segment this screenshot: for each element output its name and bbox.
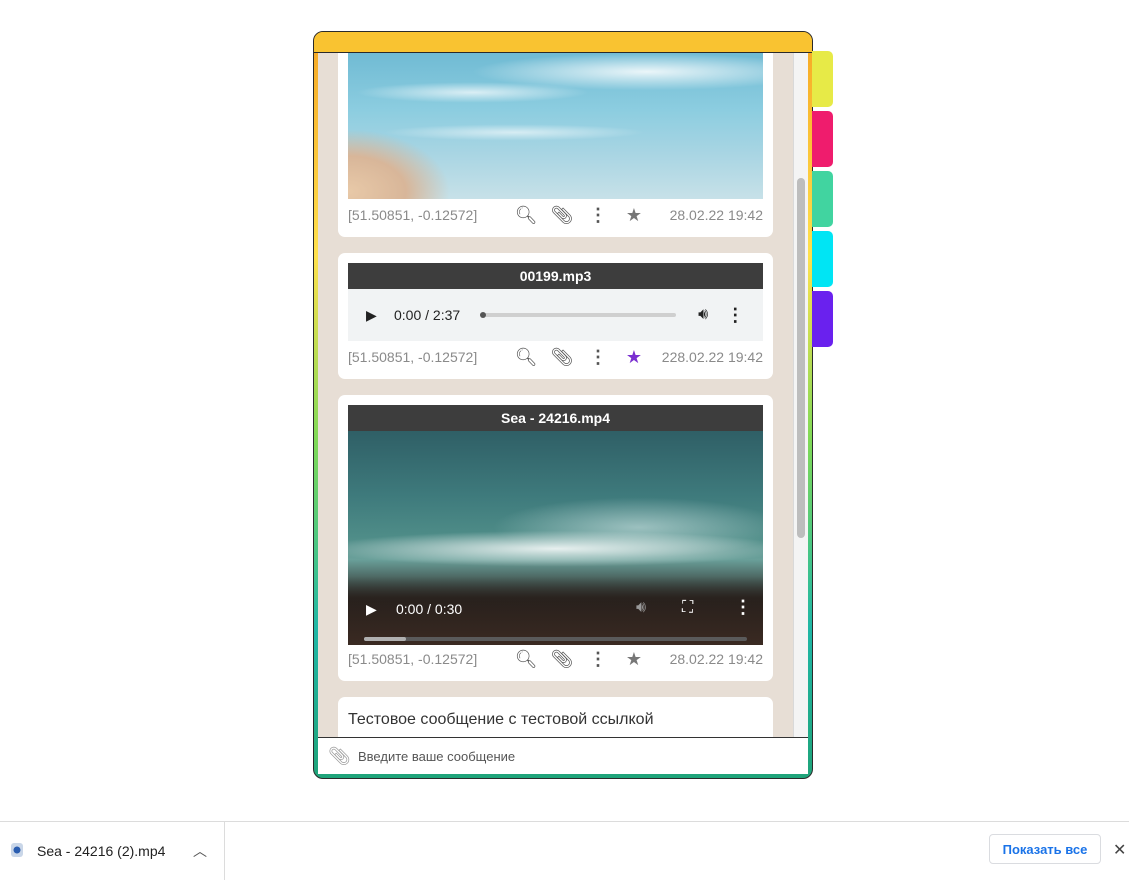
message-date: 28.02.22 19:42 (669, 651, 763, 667)
coordinates: [51.50851, -0.12572] (348, 349, 478, 365)
message-composer: 📎︎ (318, 737, 808, 774)
audio-title: 00199.mp3 (348, 263, 763, 289)
chat-widget: [51.50851, -0.12572] 🔍︎ 📎︎ ⋮ ★ 28.02.22 … (313, 31, 813, 779)
paperclip-icon[interactable]: 📎︎ (544, 205, 580, 226)
scrollbar-thumb[interactable] (797, 178, 805, 538)
more-vertical-icon[interactable]: ⋮ (580, 205, 616, 226)
message-input[interactable] (356, 747, 780, 765)
star-icon[interactable]: ★ (616, 205, 652, 226)
video-time: 0:00 / 0:30 (396, 601, 463, 617)
volume-icon[interactable]: 🔊︎ (698, 306, 708, 324)
message-card-video: Sea - 24216.mp4 ▶ 0:00 / 0:30 🔊︎ ⛶ ⋮ [51… (338, 395, 773, 681)
coordinates: [51.50851, -0.12572] (348, 651, 478, 667)
color-tab-purple[interactable] (812, 291, 833, 347)
video-title: Sea - 24216.mp4 (348, 405, 763, 431)
widget-header[interactable] (314, 32, 812, 53)
color-tab-pink[interactable] (812, 111, 833, 167)
video-progress-fill (364, 637, 406, 641)
color-tab-cyan[interactable] (812, 231, 833, 287)
show-all-button[interactable]: Показать все (989, 834, 1101, 864)
audio-progress[interactable] (480, 312, 677, 318)
audio-player: ▶ 0:00 / 2:37 🔊︎ ⋮ (348, 289, 763, 341)
paperclip-icon[interactable]: 📎︎ (544, 649, 580, 670)
magnifier-icon[interactable]: 🔍︎ (508, 649, 544, 670)
more-vertical-icon[interactable]: ⋮ (734, 597, 752, 618)
paperclip-icon[interactable]: 📎︎ (544, 347, 580, 368)
coordinates: [51.50851, -0.12572] (348, 207, 478, 223)
message-feed-container: [51.50851, -0.12572] 🔍︎ 📎︎ ⋮ ★ 28.02.22 … (318, 53, 808, 774)
download-file-name[interactable]: Sea - 24216 (2).mp4 (37, 843, 165, 859)
download-item[interactable]: Sea - 24216 (2).mp4 ︿ (0, 822, 225, 880)
fullscreen-icon[interactable]: ⛶ (682, 599, 693, 617)
scrollbar[interactable] (793, 53, 808, 738)
chevron-up-icon[interactable]: ︿ (193, 841, 207, 861)
more-vertical-icon[interactable]: ⋮ (726, 305, 744, 326)
magnifier-icon[interactable]: 🔍︎ (508, 347, 544, 368)
message-meta: [51.50851, -0.12572] 🔍︎ 📎︎ ⋮ ★ 28.02.22 … (348, 647, 763, 671)
magnifier-icon[interactable]: 🔍︎ (508, 205, 544, 226)
download-bar: Sea - 24216 (2).mp4 ︿ Показать все ✕ (0, 821, 1129, 880)
more-vertical-icon[interactable]: ⋮ (580, 649, 616, 670)
video-progress[interactable] (364, 637, 747, 641)
star-icon[interactable]: ★ (616, 347, 652, 368)
video-controls: ▶ 0:00 / 0:30 🔊︎ ⛶ ⋮ (348, 589, 763, 645)
audio-time: 0:00 / 2:37 (394, 307, 461, 323)
more-vertical-icon[interactable]: ⋮ (580, 347, 616, 368)
color-tab-yellow[interactable] (812, 51, 833, 107)
close-icon[interactable]: ✕ (1113, 840, 1126, 860)
message-meta: [51.50851, -0.12572] 🔍︎ 📎︎ ⋮ ★ 228.02.22… (348, 345, 763, 369)
color-tab-green[interactable] (812, 171, 833, 227)
audio-progress-knob[interactable] (480, 312, 487, 318)
star-icon[interactable]: ★ (616, 649, 652, 670)
message-date: 228.02.22 19:42 (661, 349, 763, 365)
file-icon (11, 843, 23, 857)
message-card-image: [51.50851, -0.12572] 🔍︎ 📎︎ ⋮ ★ 28.02.22 … (338, 53, 773, 237)
volume-icon[interactable]: 🔊︎ (636, 599, 646, 617)
message-text: Тестовое сообщение с тестовой ссылкой (348, 711, 654, 728)
paperclip-icon[interactable]: 📎︎ (328, 746, 351, 767)
play-icon[interactable]: ▶ (366, 601, 377, 618)
message-meta: [51.50851, -0.12572] 🔍︎ 📎︎ ⋮ ★ 28.02.22 … (348, 203, 763, 227)
message-date: 28.02.22 19:42 (669, 207, 763, 223)
sea-video[interactable]: ▶ 0:00 / 0:30 🔊︎ ⛶ ⋮ (348, 431, 763, 645)
play-icon[interactable]: ▶ (366, 307, 382, 324)
beach-image[interactable] (348, 53, 763, 199)
message-card-audio: 00199.mp3 ▶ 0:00 / 2:37 🔊︎ ⋮ [51.50851, … (338, 253, 773, 379)
